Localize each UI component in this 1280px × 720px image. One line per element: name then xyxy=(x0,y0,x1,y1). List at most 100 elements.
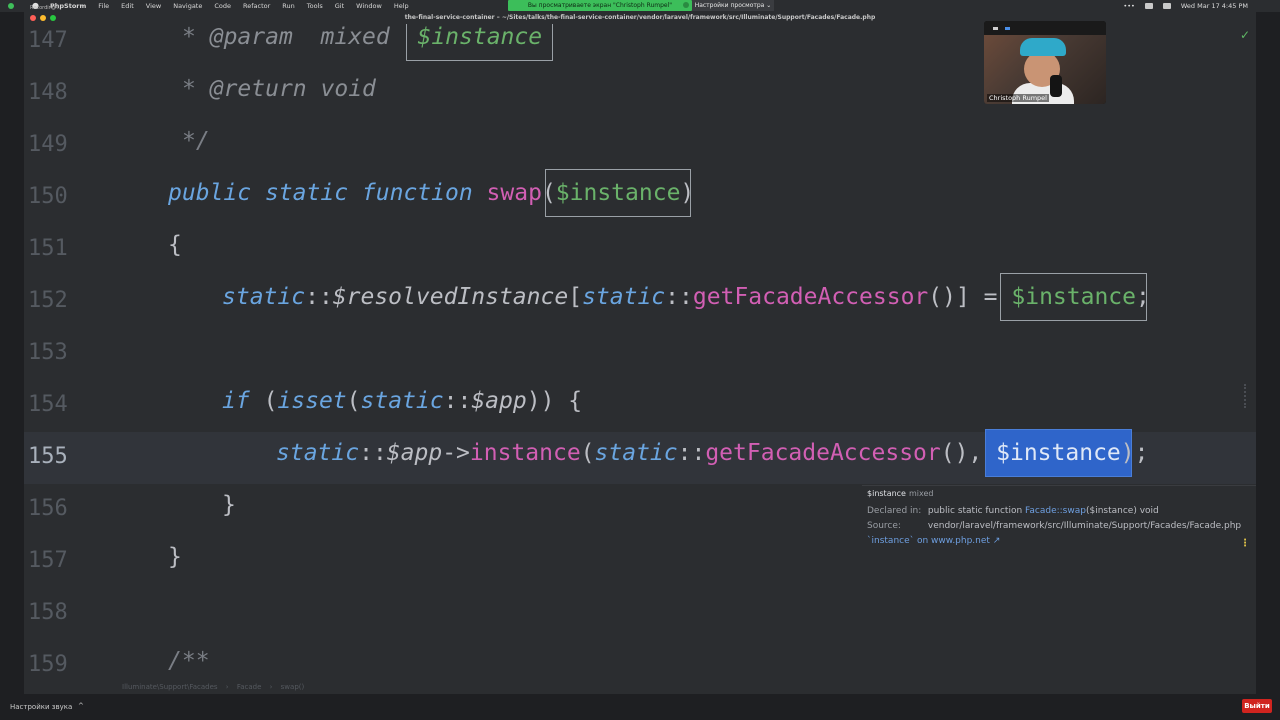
menubar-clock[interactable]: Wed Mar 17 4:45 PM xyxy=(1181,2,1248,10)
code-editor[interactable]: ✓ 147 * @param mixed $instance 148 * @re… xyxy=(24,24,1256,694)
doc-star: * xyxy=(182,76,196,102)
recording-indicator-icon xyxy=(8,3,14,9)
punct: ( xyxy=(263,388,278,414)
menu-run[interactable]: Run xyxy=(282,2,294,10)
punct: [ xyxy=(568,284,583,310)
screen-share-banner[interactable]: Вы просматриваете экран "Christoph Rumpe… xyxy=(508,0,692,11)
punct: :: xyxy=(677,440,706,466)
doc-declared-label: Declared in: xyxy=(867,506,922,516)
doc-param-var[interactable]: $instance xyxy=(406,24,554,61)
code-line[interactable]: 149 */ xyxy=(24,120,1256,172)
code-text[interactable]: if (isset(static::$app)) { xyxy=(222,388,582,414)
line-number: 147 xyxy=(28,28,68,53)
code-line[interactable]: 153 xyxy=(24,328,1256,380)
video-window-mode-icon[interactable] xyxy=(1005,27,1010,30)
right-margin xyxy=(1256,24,1280,694)
punct: :: xyxy=(443,388,472,414)
doc-declared-prefix: public static function xyxy=(927,506,1023,516)
keyword: static xyxy=(360,388,444,414)
keyword: public xyxy=(168,180,252,206)
code-line[interactable]: 150 public static function swap($instanc… xyxy=(24,169,1256,224)
menu-help[interactable]: Help xyxy=(394,2,409,10)
code-text[interactable]: { xyxy=(168,232,182,258)
code-line-current[interactable]: 155 static::$app->instance(static::getFa… xyxy=(24,429,1256,484)
breadcrumb-item[interactable]: swap() xyxy=(281,683,305,691)
punct: ( xyxy=(580,440,595,466)
code-line[interactable]: 154 if (isset(static::$app)) { xyxy=(24,380,1256,432)
doc-declared-link[interactable]: Facade::swap xyxy=(1025,506,1086,516)
code-line[interactable]: 152 static::$resolvedInstance[static::ge… xyxy=(24,273,1256,328)
function-name[interactable]: swap xyxy=(487,180,542,206)
menu-edit[interactable]: Edit xyxy=(121,2,134,10)
menubar-status-area: ••• Wed Mar 17 4:45 PM xyxy=(1123,0,1248,12)
menu-tools[interactable]: Tools xyxy=(307,2,323,10)
code-text[interactable]: * @param mixed $instance xyxy=(182,24,554,61)
battery-icon[interactable] xyxy=(1144,3,1153,9)
participant-name: Christoph Rumpel xyxy=(987,94,1049,102)
menu-file[interactable]: File xyxy=(98,2,109,10)
menu-window[interactable]: Window xyxy=(356,2,382,10)
control-center-icon[interactable] xyxy=(1162,3,1171,9)
line-number: 157 xyxy=(28,548,68,573)
code-text[interactable]: static::$resolvedInstance[static::getFac… xyxy=(222,273,1150,321)
punct: :: xyxy=(305,284,333,310)
code-line[interactable]: 158 xyxy=(24,588,1256,640)
code-text[interactable]: * @return void xyxy=(182,76,376,102)
audio-options-caret-icon[interactable]: ^ xyxy=(78,702,84,710)
code-text[interactable]: } xyxy=(168,544,182,570)
doc-source-label: Source: xyxy=(867,521,901,531)
menu-git[interactable]: Git xyxy=(335,2,344,10)
method-call[interactable]: getFacadeAccessor xyxy=(693,284,928,310)
share-stop-icon[interactable] xyxy=(683,2,689,8)
menu-navigate[interactable]: Navigate xyxy=(173,2,202,10)
code-text[interactable]: } xyxy=(222,492,236,518)
menu-refactor[interactable]: Refactor xyxy=(243,2,270,10)
doc-tag: @return xyxy=(209,76,307,102)
code-text[interactable]: public static function swap($instance) xyxy=(168,169,694,217)
code-text[interactable]: /** xyxy=(168,648,210,674)
line-number: 150 xyxy=(28,184,68,209)
punct: :: xyxy=(359,440,387,466)
breadcrumb-item[interactable]: Facade xyxy=(237,683,262,691)
code-text[interactable]: static::$app->instance(static::getFacade… xyxy=(276,429,1149,477)
property[interactable]: $app xyxy=(471,388,526,414)
breadcrumb-separator-icon: › xyxy=(225,683,229,691)
view-settings-button[interactable]: Настройки просмотра ⌄ xyxy=(692,0,774,11)
breadcrumb-item[interactable]: Illuminate\Support\Facades xyxy=(122,683,218,691)
person-cap xyxy=(1020,38,1066,56)
more-icon[interactable]: ••• xyxy=(1123,2,1135,10)
exit-meeting-button[interactable]: Выйти xyxy=(1242,699,1272,713)
doc-more-options-icon[interactable]: ⋮ xyxy=(1240,538,1250,549)
video-participant-window[interactable]: Christoph Rumpel xyxy=(984,21,1106,104)
audio-settings-button[interactable]: Настройки звука xyxy=(10,703,72,711)
quick-documentation-popup[interactable]: $instance mixed Declared in: public stati… xyxy=(862,485,1256,553)
selected-param-var[interactable]: $instance xyxy=(985,429,1132,477)
menu-view[interactable]: View xyxy=(146,2,161,10)
property[interactable]: $resolvedInstance xyxy=(333,284,568,310)
punct: ); xyxy=(1120,440,1149,466)
menu-code[interactable]: Code xyxy=(214,2,231,10)
keyword: if xyxy=(222,388,250,414)
doc-tag: @param xyxy=(209,24,293,50)
line-number: 152 xyxy=(28,288,68,313)
doc-external-link-text[interactable]: `instance` on www.php.net xyxy=(867,536,990,546)
keyword: function xyxy=(361,180,473,206)
param-var[interactable]: $instance xyxy=(1000,273,1147,321)
doc-var-type: mixed xyxy=(908,489,934,498)
recording-label: Recording... xyxy=(30,5,60,11)
screen-share-label: Вы просматриваете экран "Christoph Rumpe… xyxy=(527,2,673,9)
code-text[interactable]: */ xyxy=(182,128,210,154)
property[interactable]: $app xyxy=(387,440,442,466)
param-var[interactable]: $instance xyxy=(544,169,692,217)
video-minimize-icon[interactable] xyxy=(993,27,998,30)
method-call[interactable]: getFacadeAccessor xyxy=(705,440,940,466)
doc-external-link[interactable]: `instance` on www.php.net ↗ xyxy=(867,536,1000,546)
code-line[interactable]: 151 { xyxy=(24,224,1256,276)
line-number: 156 xyxy=(28,496,68,521)
line-number: 148 xyxy=(28,80,68,105)
doc-star: * xyxy=(182,24,196,50)
keyword: static xyxy=(276,440,360,466)
external-link-icon: ↗ xyxy=(992,536,1001,546)
punct: ] = xyxy=(955,284,998,310)
method-call[interactable]: instance xyxy=(470,440,581,466)
